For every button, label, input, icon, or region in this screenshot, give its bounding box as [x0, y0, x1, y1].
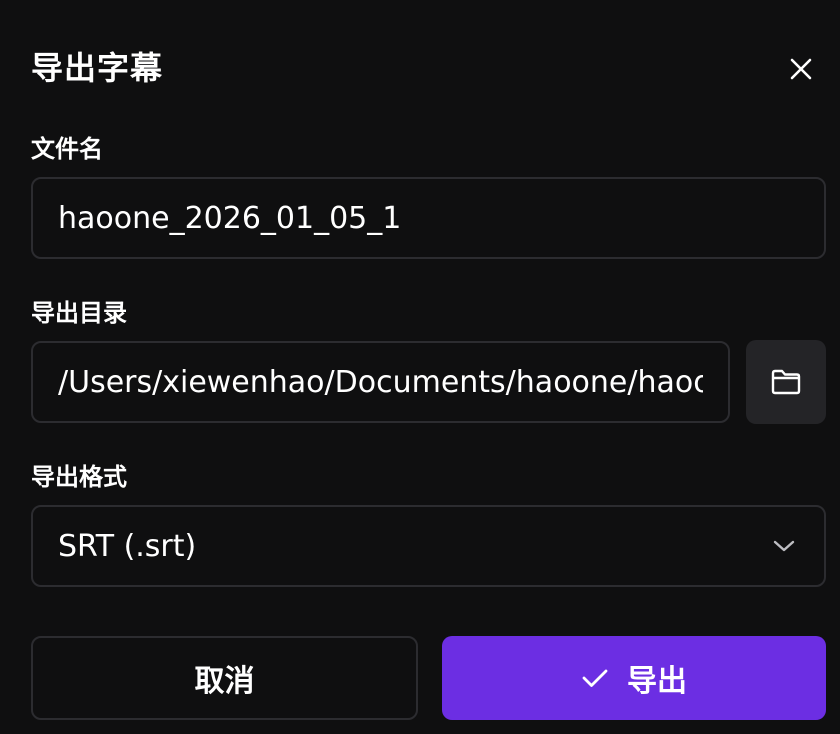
close-button[interactable]: [782, 50, 820, 88]
dialog-title: 导出字幕: [31, 49, 164, 87]
directory-value: /Users/xiewenhao/Documents/haoone/haoone: [58, 364, 703, 400]
format-value: SRT (.srt): [58, 528, 197, 564]
directory-label: 导出目录: [31, 299, 127, 327]
close-icon: [790, 58, 812, 80]
check-icon: [582, 669, 608, 687]
filename-value: haoone_2026_01_05_1: [58, 200, 402, 236]
browse-folder-button[interactable]: [746, 340, 826, 424]
format-label: 导出格式: [31, 463, 127, 491]
directory-input[interactable]: /Users/xiewenhao/Documents/haoone/haoone: [31, 341, 730, 423]
chevron-down-icon: [773, 540, 795, 552]
folder-icon: [771, 369, 801, 395]
export-button-label: 导出: [627, 664, 687, 699]
cancel-button-label: 取消: [194, 664, 255, 699]
export-button[interactable]: 导出: [442, 636, 826, 720]
filename-label: 文件名: [31, 135, 103, 163]
cancel-button[interactable]: 取消: [31, 636, 418, 720]
format-select[interactable]: SRT (.srt): [31, 505, 826, 587]
filename-input[interactable]: haoone_2026_01_05_1: [31, 177, 826, 259]
export-subtitles-dialog: 导出字幕 文件名 haoone_2026_01_05_1 导出目录 /Users…: [0, 0, 840, 734]
